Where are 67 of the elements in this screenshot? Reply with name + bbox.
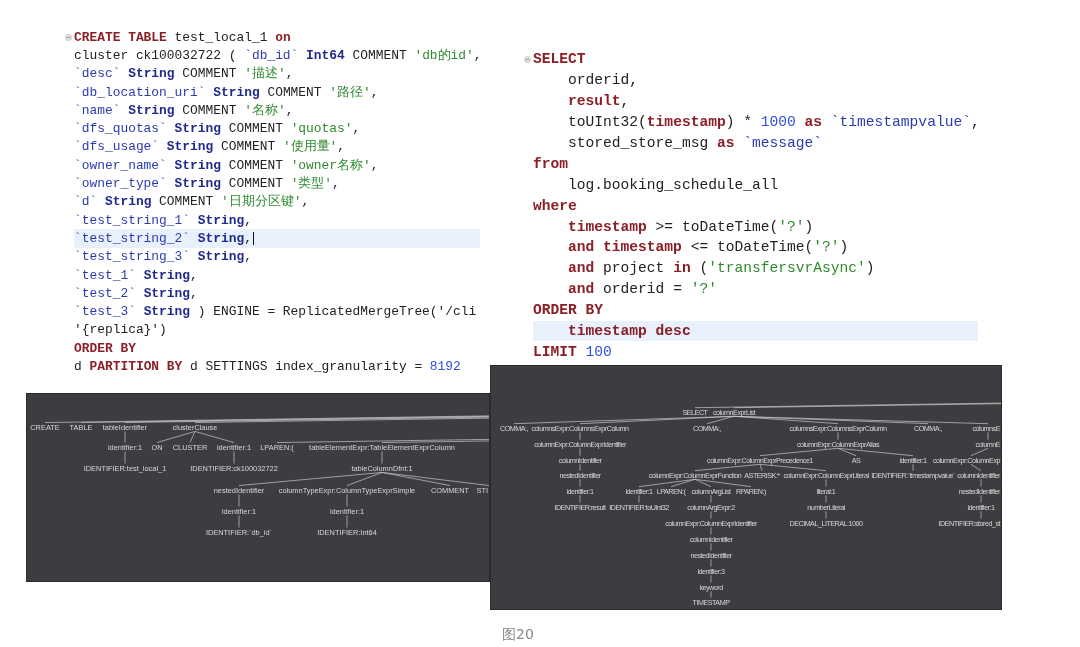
connector-line (970, 447, 989, 457)
connector-line (980, 510, 982, 520)
connector-line (710, 590, 712, 599)
code-line: `dfs_quotas` String COMMENT 'quotas', (74, 120, 362, 138)
connector-line (238, 494, 240, 507)
code-line: '{replica}') (74, 321, 168, 340)
code-line: `owner_type` String COMMENT '类型', (74, 175, 341, 193)
connector-line (710, 526, 712, 536)
code-line: and timestamp <= toDateTime('?') (567, 238, 850, 258)
fold-icon[interactable] (65, 33, 72, 41)
connector-line (825, 494, 827, 504)
code-line: `d` String COMMENT '日期分区键', (74, 193, 311, 211)
connector-line (837, 431, 839, 441)
code-line: toUInt32(timestamp) * 1000 as `timestampvalue`, (567, 113, 978, 133)
connector-line (579, 463, 581, 472)
code-line: `desc` String COMMENT '描述', (74, 65, 295, 83)
code-line: from (533, 154, 570, 174)
connector-line (124, 451, 126, 464)
code-line: `dfs_usage` String COMMENT '使用量', (74, 138, 347, 157)
code-line: d PARTITION BY d SETTINGS index_granularity = 8192 (74, 358, 462, 376)
connector-line (710, 542, 712, 552)
code-line: `test_string_3` String, (74, 248, 253, 266)
code-line: cluster ck100032722 ( `db_id` Int64 COMMENT 'db的id', (74, 46, 480, 65)
code-line: SELECT (533, 49, 978, 70)
connector-line (579, 478, 581, 488)
code-line: `test_3` String ) ENGINE = ReplicatedMergeTree('/cli (74, 303, 478, 321)
code-line: where (533, 196, 578, 216)
code-line: and project in ('transfersvrAsync') (567, 259, 876, 279)
code-line: ORDER BY (533, 301, 605, 321)
code-line: `db_location_uri` String COMMENT '路径', (74, 83, 380, 102)
connector-line (710, 510, 712, 520)
code-line: and orderid = '?' (567, 280, 718, 300)
connector-line (124, 431, 126, 443)
connector-line (238, 515, 240, 528)
code-line: LIMIT 100 (533, 342, 613, 362)
code-line: orderid, (567, 71, 640, 91)
connector-line (346, 515, 348, 528)
connector-line (346, 494, 348, 507)
code-line: `name` String COMMENT '名称', (74, 101, 295, 120)
connector-line (825, 478, 827, 488)
code-line: `test_2` String, (74, 284, 199, 303)
connector-line (381, 451, 383, 464)
connector-line (980, 494, 982, 504)
code-line: result, (567, 92, 631, 112)
connector-line (987, 431, 989, 441)
connector-line (579, 494, 581, 504)
code-line: stored_store_msg as `message` (567, 134, 824, 153)
code-line: timestamp >= toDateTime('?') (567, 217, 815, 237)
code-line: `test_1` String, (74, 266, 199, 285)
figure-caption: 图20 (502, 626, 534, 644)
connector-line (980, 478, 982, 488)
connector-line (579, 431, 581, 441)
code-line: log.booking_schedule_all (567, 175, 780, 195)
code-line: ORDER BY (74, 339, 137, 358)
connector-line (970, 463, 982, 472)
connector-line (825, 510, 827, 520)
connector-line (710, 574, 712, 584)
code-line: `test_string_1` String, (74, 211, 253, 230)
code-line: `owner_name` String COMMENT 'owner名称', (74, 156, 380, 175)
connector-line (579, 447, 581, 457)
connector-line (912, 463, 914, 472)
connector-line (638, 494, 640, 504)
code-line: CREATE TABLE test_local_1 on (74, 28, 480, 47)
connector-line (233, 451, 235, 464)
connector-line (710, 558, 712, 568)
fold-icon[interactable] (524, 55, 531, 63)
connector-line (710, 494, 712, 504)
